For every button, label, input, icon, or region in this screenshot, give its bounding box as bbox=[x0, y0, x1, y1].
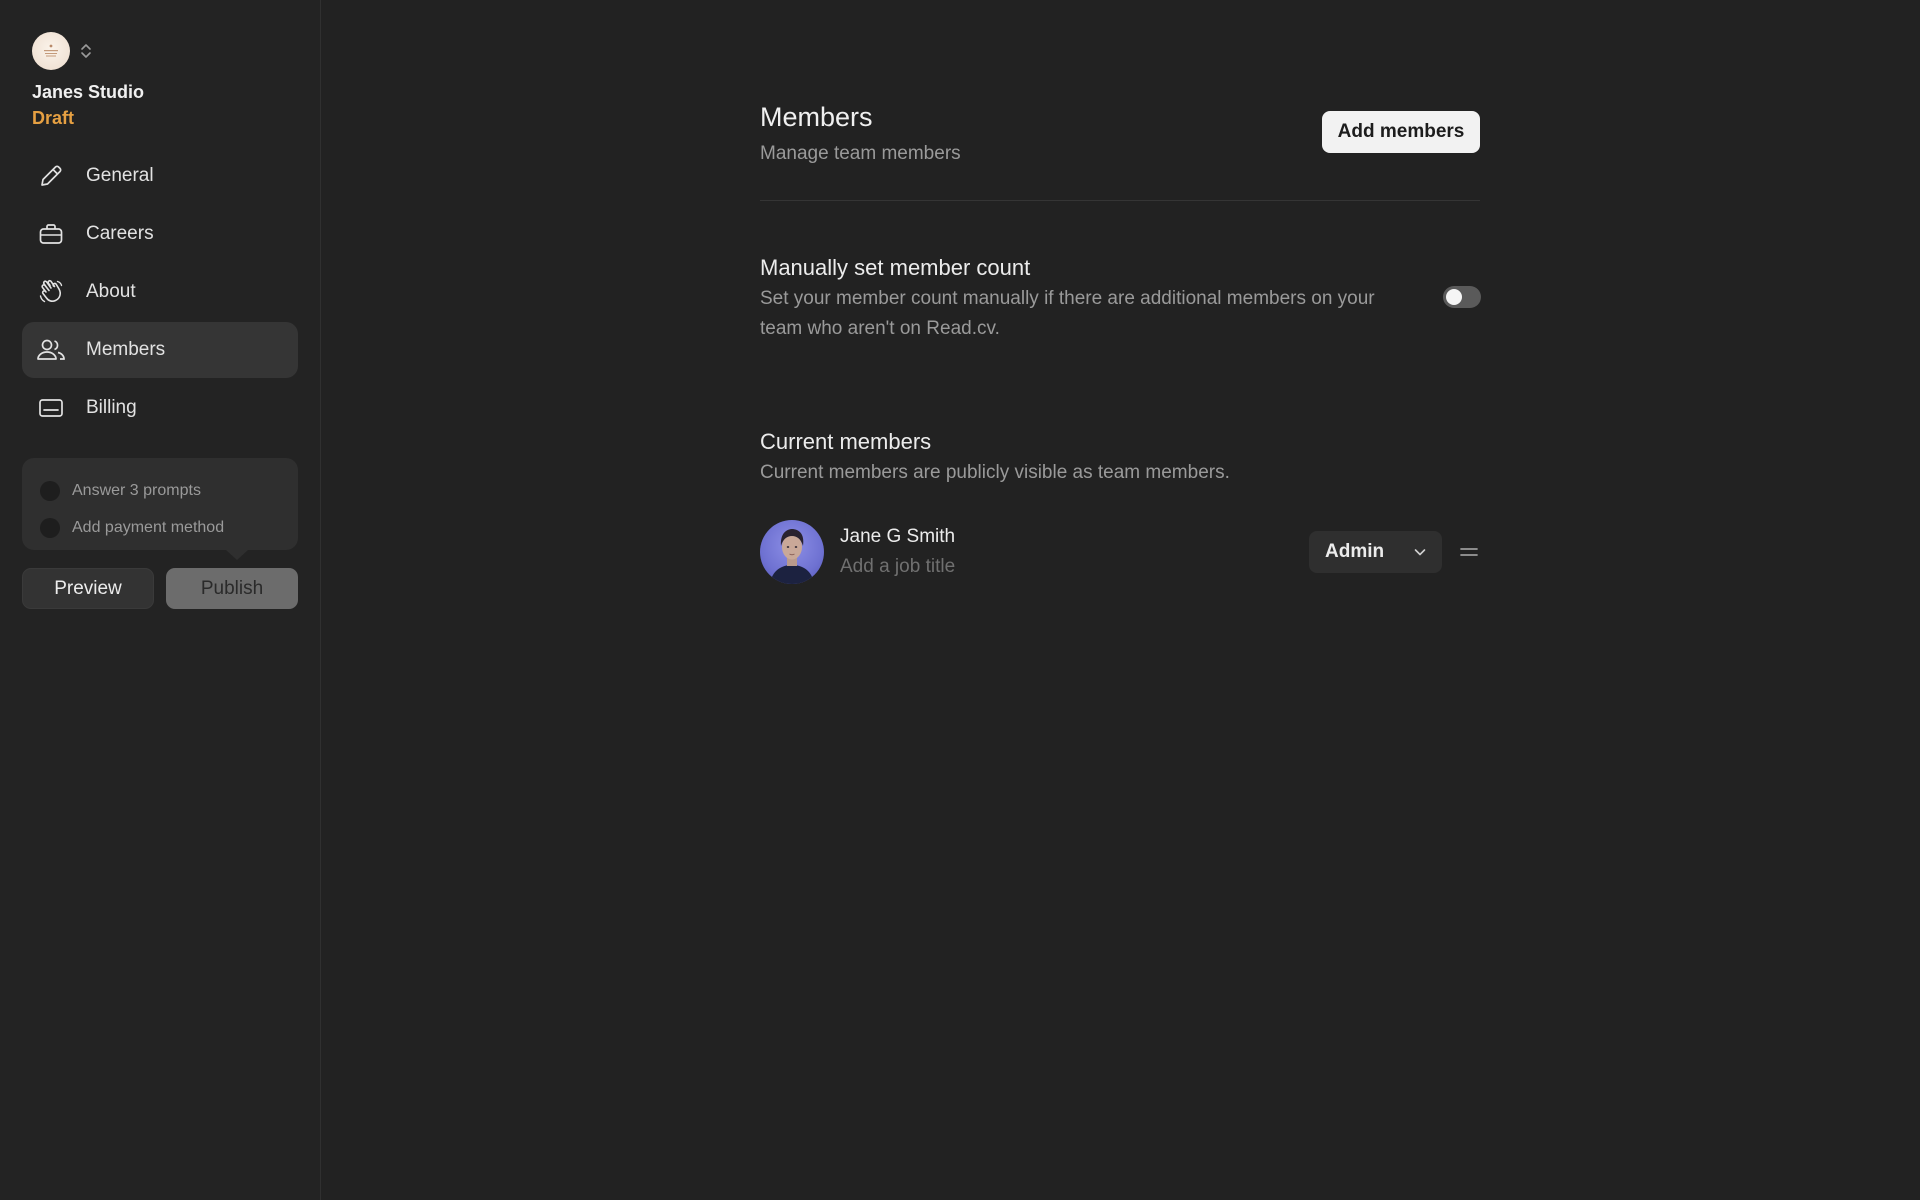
manual-count-title: Manually set member count bbox=[760, 255, 1031, 280]
sidebar-item-label: About bbox=[86, 281, 136, 302]
avatar[interactable] bbox=[760, 520, 824, 584]
manual-count-description: Set your member count manually if there … bbox=[760, 288, 1375, 339]
checkbox-icon bbox=[40, 480, 60, 501]
preview-button[interactable]: Preview bbox=[22, 568, 154, 609]
page-title: Members bbox=[760, 102, 873, 132]
sidebar-item-careers[interactable]: Careers bbox=[22, 206, 298, 262]
waving-hand-icon bbox=[36, 277, 66, 307]
current-members-description: Current members are publicly visible as … bbox=[760, 462, 1230, 483]
chevron-up-down-icon[interactable] bbox=[80, 42, 92, 60]
checklist-label: Add payment method bbox=[72, 518, 225, 536]
toggle-knob bbox=[1446, 289, 1462, 305]
checklist-label: Answer 3 prompts bbox=[72, 481, 201, 499]
divider bbox=[760, 200, 1480, 201]
sidebar-item-label: General bbox=[86, 165, 154, 186]
team-switcher[interactable] bbox=[32, 32, 92, 70]
sidebar-item-general[interactable]: General bbox=[22, 148, 298, 204]
job-title-input[interactable]: Add a job title bbox=[840, 556, 955, 578]
tooltip-caret bbox=[226, 550, 248, 560]
role-label: Admin bbox=[1325, 541, 1385, 562]
member-row: Jane G Smith Add a job title Admin bbox=[760, 520, 1480, 584]
manual-count-toggle[interactable] bbox=[1443, 286, 1481, 308]
briefcase-icon bbox=[36, 219, 66, 249]
checklist-item[interactable]: Answer 3 prompts bbox=[40, 472, 298, 509]
sidebar-item-about[interactable]: About bbox=[22, 264, 298, 320]
add-members-button[interactable]: Add members bbox=[1322, 111, 1480, 153]
current-members-title: Current members bbox=[760, 429, 932, 454]
sidebar-item-label: Careers bbox=[86, 223, 154, 244]
team-logo bbox=[32, 32, 70, 70]
team-name: Janes Studio bbox=[32, 82, 145, 102]
checkbox-icon bbox=[40, 517, 60, 538]
drag-handle-icon[interactable] bbox=[1460, 545, 1478, 559]
sidebar-item-members[interactable]: Members bbox=[22, 322, 298, 378]
pencil-icon bbox=[36, 161, 66, 191]
sidebar-nav: General Careers About Members Billing bbox=[22, 148, 298, 438]
chevron-down-icon bbox=[1414, 549, 1426, 556]
sidebar-item-billing[interactable]: Billing bbox=[22, 380, 298, 436]
member-name: Jane G Smith bbox=[840, 526, 956, 547]
sidebar-item-label: Billing bbox=[86, 397, 137, 418]
publish-checklist: Answer 3 prompts Add payment method bbox=[22, 458, 298, 550]
credit-card-icon bbox=[36, 393, 66, 423]
sidebar: Janes Studio Draft General Careers About… bbox=[0, 0, 321, 1200]
role-select[interactable]: Admin bbox=[1309, 531, 1442, 573]
members-icon bbox=[36, 335, 66, 365]
publish-button[interactable]: Publish bbox=[166, 568, 298, 609]
sidebar-item-label: Members bbox=[86, 339, 166, 360]
checklist-item[interactable]: Add payment method bbox=[40, 509, 298, 546]
team-status: Draft bbox=[32, 108, 75, 128]
page-subtitle: Manage team members bbox=[760, 143, 961, 164]
